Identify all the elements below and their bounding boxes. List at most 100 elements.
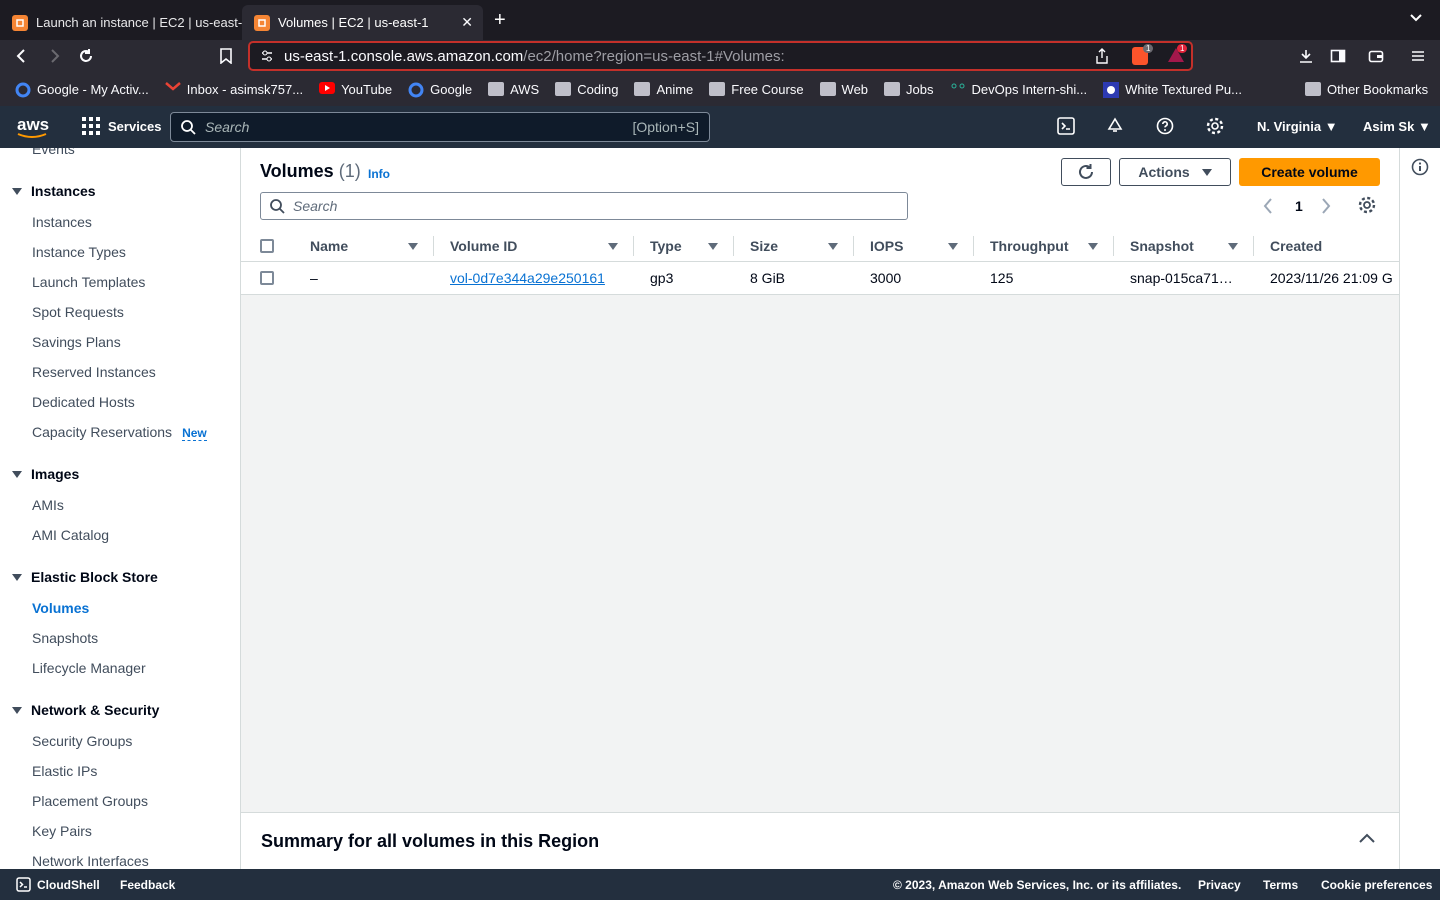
sidebar-item-snapshots[interactable]: Snapshots [32, 630, 98, 646]
sidebar-item-volumes[interactable]: Volumes [32, 600, 89, 616]
cloudshell-icon[interactable] [16, 877, 31, 892]
sidebar-item-instances[interactable]: Instances [32, 214, 92, 230]
cloudshell-icon[interactable] [1057, 117, 1075, 135]
settings-gear-icon[interactable] [1206, 117, 1224, 135]
select-all-checkbox[interactable] [260, 239, 274, 253]
region-selector[interactable]: N. Virginia ▼ [1257, 119, 1338, 134]
bookmark-folder-anime[interactable]: Anime [634, 82, 693, 97]
share-icon[interactable] [1095, 48, 1109, 64]
sidebar-toggle-icon[interactable] [1330, 48, 1346, 64]
bookmark-icon[interactable] [219, 48, 233, 64]
address-bar[interactable]: us-east-1.console.aws.amazon.com/ec2/hom… [248, 41, 1193, 71]
summary-panel[interactable]: Summary for all volumes in this Region [241, 812, 1399, 869]
column-header-throughput[interactable]: Throughput [990, 230, 1110, 262]
sort-icon[interactable] [1088, 242, 1098, 250]
sidebar-item-network-interfaces[interactable]: Network Interfaces [32, 853, 149, 869]
sort-icon[interactable] [608, 242, 618, 250]
bookmark-google[interactable]: Google [408, 82, 472, 98]
info-link[interactable]: Info [368, 167, 390, 181]
column-divider[interactable] [1113, 236, 1114, 256]
column-divider[interactable] [973, 236, 974, 256]
sidebar-item-reserved-instances[interactable]: Reserved Instances [32, 364, 156, 380]
bookmark-inbox[interactable]: Inbox - asimsk757... [164, 82, 303, 97]
column-divider[interactable] [633, 236, 634, 256]
volume-id-link[interactable]: vol-0d7e344a29e250161 [450, 270, 605, 286]
table-settings-icon[interactable] [1358, 196, 1376, 214]
sidebar-item-spot-requests[interactable]: Spot Requests [32, 304, 124, 320]
row-checkbox[interactable] [260, 271, 274, 285]
column-divider[interactable] [1253, 236, 1254, 256]
new-tab-button[interactable]: + [494, 10, 506, 30]
sort-icon[interactable] [1228, 242, 1238, 250]
volume-search-input[interactable]: Search [260, 192, 908, 220]
bookmark-devops[interactable]: DevOps Intern-shi... [950, 82, 1087, 97]
sidebar-section-network-security[interactable]: Network & Security [12, 702, 159, 718]
sidebar-item-key-pairs[interactable]: Key Pairs [32, 823, 92, 839]
sidebar-item-instance-types[interactable]: Instance Types [32, 244, 126, 260]
column-header-type[interactable]: Type [650, 230, 730, 262]
sidebar-item-launch-templates[interactable]: Launch Templates [32, 274, 145, 290]
wallet-icon[interactable] [1368, 48, 1384, 64]
bookmark-google-activity[interactable]: Google - My Activ... [15, 82, 149, 98]
bookmark-folder-jobs[interactable]: Jobs [884, 82, 934, 97]
bookmark-folder-coding[interactable]: Coding [555, 82, 618, 97]
cookie-preferences-link[interactable]: Cookie preferences [1321, 878, 1432, 892]
next-page-icon[interactable] [1321, 198, 1331, 214]
sidebar-item-lifecycle-manager[interactable]: Lifecycle Manager [32, 660, 146, 676]
download-icon[interactable] [1298, 48, 1314, 64]
menu-icon[interactable] [1410, 48, 1426, 64]
sidebar-item-capacity-reservations[interactable]: Capacity Reservations New [32, 424, 207, 441]
tab-launch-instance[interactable]: Launch an instance | EC2 | us-east- [0, 5, 242, 40]
create-volume-button[interactable]: Create volume [1239, 158, 1380, 186]
column-divider[interactable] [733, 236, 734, 256]
tab-volumes[interactable]: Volumes | EC2 | us-east-1 ✕ [242, 5, 483, 40]
sidebar-item-events[interactable]: Events [32, 148, 75, 157]
sidebar-item-amis[interactable]: AMIs [32, 497, 64, 513]
bookmark-folder-web[interactable]: Web [819, 82, 868, 97]
sidebar-item-dedicated-hosts[interactable]: Dedicated Hosts [32, 394, 135, 410]
page-number[interactable]: 1 [1295, 198, 1303, 214]
bookmark-youtube[interactable]: YouTube [319, 82, 392, 97]
previous-page-icon[interactable] [1263, 198, 1273, 214]
column-header-iops[interactable]: IOPS [870, 230, 970, 262]
other-bookmarks[interactable]: Other Bookmarks [1305, 82, 1428, 97]
sidebar-section-images[interactable]: Images [12, 466, 79, 482]
reload-icon[interactable] [78, 48, 94, 64]
column-divider[interactable] [853, 236, 854, 256]
cloudshell-link[interactable]: CloudShell [37, 878, 100, 892]
refresh-button[interactable] [1061, 158, 1111, 186]
chevron-up-icon[interactable] [1359, 833, 1375, 843]
feedback-link[interactable]: Feedback [120, 878, 175, 892]
sidebar-item-security-groups[interactable]: Security Groups [32, 733, 132, 749]
sidebar-item-placement-groups[interactable]: Placement Groups [32, 793, 148, 809]
help-icon[interactable] [1156, 117, 1174, 135]
bookmark-folder-free-course[interactable]: Free Course [709, 82, 804, 97]
sidebar-item-elastic-ips[interactable]: Elastic IPs [32, 763, 97, 779]
actions-dropdown[interactable]: Actions [1119, 158, 1231, 186]
sidebar-section-instances[interactable]: Instances [12, 183, 96, 199]
close-tab-icon[interactable]: ✕ [461, 14, 473, 31]
aws-search-input[interactable]: Search [Option+S] [170, 112, 710, 142]
terms-link[interactable]: Terms [1263, 878, 1298, 892]
sidebar-item-savings-plans[interactable]: Savings Plans [32, 334, 121, 350]
column-header-volume-id[interactable]: Volume ID [450, 230, 625, 262]
sidebar-section-ebs[interactable]: Elastic Block Store [12, 569, 158, 585]
bookmark-white-textured[interactable]: White Textured Pu... [1103, 82, 1242, 98]
sidebar-item-ami-catalog[interactable]: AMI Catalog [32, 527, 109, 543]
tab-list-chevron-icon[interactable] [1410, 14, 1422, 22]
notifications-icon[interactable] [1106, 117, 1124, 135]
services-menu[interactable]: Services [82, 117, 162, 135]
info-icon[interactable] [1411, 158, 1429, 176]
sort-icon[interactable] [708, 242, 718, 250]
sort-icon[interactable] [828, 242, 838, 250]
account-menu[interactable]: Asim Sk ▼ [1363, 119, 1431, 134]
forward-icon[interactable] [46, 48, 62, 64]
sort-icon[interactable] [948, 242, 958, 250]
column-header-snapshot[interactable]: Snapshot [1130, 230, 1250, 262]
back-icon[interactable] [14, 48, 30, 64]
column-header-created[interactable]: Created [1270, 230, 1399, 262]
aws-logo[interactable]: aws [17, 115, 49, 139]
site-info-icon[interactable] [260, 49, 274, 63]
privacy-link[interactable]: Privacy [1198, 878, 1241, 892]
column-header-name[interactable]: Name [310, 230, 430, 262]
